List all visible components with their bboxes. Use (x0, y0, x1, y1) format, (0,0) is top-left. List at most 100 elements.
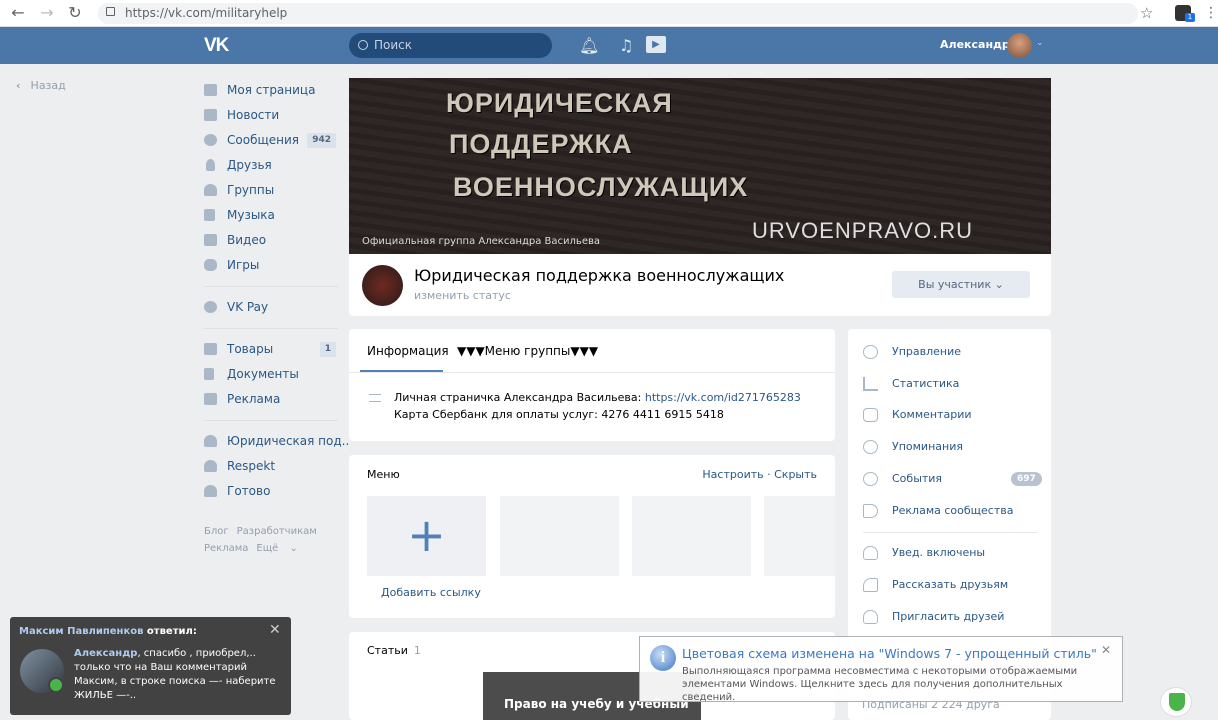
share-icon (863, 578, 878, 592)
sidebar-item-goods[interactable]: Товары 1 (204, 337, 338, 362)
sidebar-item-group-respekt[interactable]: Respekt (204, 454, 338, 479)
tab-active-indicator (360, 370, 443, 372)
sidebar-item-games[interactable]: Игры (204, 253, 338, 278)
windows-notification-body: Выполняющаяся программа несовместима с н… (682, 666, 1078, 703)
back-link[interactable]: ‹ Назад (16, 79, 66, 92)
goods-badge: 1 (319, 342, 336, 357)
security-shield-icon[interactable] (1160, 687, 1192, 717)
edit-status-link[interactable]: изменить статус (414, 289, 511, 302)
browser-menu-icon[interactable]: ⋮ (1204, 3, 1218, 23)
megaphone-icon (204, 393, 217, 405)
footer-blog-link[interactable]: Блог (204, 526, 229, 537)
reload-icon[interactable]: ↻ (65, 3, 85, 23)
user-icon (206, 159, 215, 171)
menu-placeholder-tile (632, 496, 751, 576)
footer-more-link[interactable]: Ещё ⌄ (256, 543, 297, 554)
cover-title-line2: ПОДДЕРЖКА (449, 129, 633, 159)
back-arrow-icon[interactable]: ← (8, 3, 28, 23)
admin-item-comments[interactable]: Комментарии (863, 405, 972, 425)
info-card: Информация ▼▼▼Меню группы▼▼▼ Личная стра… (349, 329, 835, 441)
bookmark-star-icon[interactable]: ☆ (1140, 3, 1158, 23)
menu-placeholder-tile (764, 496, 835, 576)
gamepad-icon (204, 259, 217, 271)
admin-item-notifications[interactable]: Увед. включены (863, 543, 985, 563)
description-icon (369, 394, 381, 402)
user-name[interactable]: Александр (940, 38, 1010, 51)
play-icon[interactable]: ▶ (646, 36, 666, 53)
admin-item-manage[interactable]: Управление (863, 342, 961, 362)
search-input[interactable]: Поиск (349, 33, 552, 58)
admin-item-share[interactable]: Рассказать друзьям (863, 575, 1008, 595)
sidebar-item-vkpay[interactable]: VK Pay (204, 295, 338, 320)
windows-notification[interactable]: i Цветовая схема изменена на "Windows 7 … (639, 636, 1123, 703)
sidebar-item-documents[interactable]: Документы (204, 362, 338, 387)
group-avatar[interactable] (362, 265, 403, 306)
menu-card: Меню Настроить · Скрыть + Добавить ссылк… (349, 455, 835, 618)
admin-menu-divider (863, 532, 1038, 533)
tab-info[interactable]: Информация (367, 344, 449, 358)
sidebar-item-group-ready[interactable]: Готово (204, 479, 338, 504)
sidebar-item-music[interactable]: Музыка (204, 203, 338, 228)
music-icon[interactable]: ♫ (619, 37, 633, 55)
messages-badge: 942 (307, 133, 336, 148)
group-name: Юридическая поддержка военнослужащих (414, 266, 785, 285)
add-link-label[interactable]: Добавить ссылку (381, 586, 481, 599)
stats-icon (863, 377, 878, 391)
info-icon: i (650, 645, 676, 671)
close-icon[interactable]: ✕ (1101, 643, 1111, 657)
personal-page-link[interactable]: https://vk.com/id271765283 (645, 391, 801, 404)
group-cover: ЮРИДИЧЕСКАЯ ПОДДЕРЖКА ВОЕННОСЛУЖАЩИХ URV… (349, 78, 1051, 254)
cover-site-text: URVOENPRAVO.RU (752, 218, 974, 243)
sidebar-divider (204, 328, 338, 329)
video-icon (204, 234, 217, 246)
vkpay-icon (204, 301, 217, 313)
admin-item-stats[interactable]: Статистика (863, 374, 959, 394)
menu-placeholder-tile (500, 496, 619, 576)
chat-icon (204, 134, 217, 146)
notification-body: Александр, спасибо , приобрел,.. только … (74, 648, 276, 701)
left-sidebar: Моя страница Новости Сообщения 942 Друзья… (204, 78, 349, 504)
avatar[interactable] (1007, 33, 1032, 58)
add-link-tile[interactable]: + (367, 496, 486, 576)
online-indicator (48, 677, 64, 693)
search-icon (358, 40, 368, 50)
address-bar[interactable]: https://vk.com/militaryhelp (98, 3, 1138, 24)
sidebar-item-ads[interactable]: Реклама (204, 387, 338, 412)
footer-ads-link[interactable]: Реклама (204, 543, 248, 554)
forward-arrow-icon[interactable]: → (37, 3, 57, 23)
add-user-icon (863, 610, 878, 624)
windows-notification-title: Цветовая схема изменена на "Windows 7 - … (682, 646, 1097, 661)
chevron-down-icon[interactable]: ⌄ (1036, 38, 1044, 48)
bag-icon (204, 343, 217, 355)
menu-actions[interactable]: Настроить · Скрыть (702, 468, 817, 481)
close-icon[interactable]: ✕ (269, 623, 283, 637)
info-tabs: Информация ▼▼▼Меню группы▼▼▼ (349, 329, 835, 373)
music-note-icon (204, 209, 215, 221)
sidebar-item-messages[interactable]: Сообщения 942 (204, 128, 338, 153)
member-button[interactable]: Вы участник ⌄ (892, 271, 1030, 298)
cover-caption: Официальная группа Александра Васильева (362, 236, 601, 247)
footer-dev-link[interactable]: Разработчикам (237, 526, 317, 537)
sidebar-item-news[interactable]: Новости (204, 103, 338, 128)
plus-icon: + (407, 508, 446, 562)
sidebar-item-friends[interactable]: Друзья (204, 153, 338, 178)
sidebar-item-video[interactable]: Видео (204, 228, 338, 253)
bell-icon[interactable]: 🔔︎ (579, 37, 599, 55)
admin-item-invite[interactable]: Пригласить друзей (863, 607, 1004, 627)
sidebar-item-my-page[interactable]: Моя страница (204, 78, 338, 103)
chevron-left-icon: ‹ (16, 79, 21, 92)
tab-group-menu[interactable]: ▼▼▼Меню группы▼▼▼ (457, 344, 598, 358)
vk-logo[interactable]: VK (204, 35, 229, 57)
admin-item-events[interactable]: События 697 (863, 469, 1042, 489)
browser-toolbar: ← → ↻ https://vk.com/militaryhelp ☆ 1 ⋮ (0, 0, 1218, 27)
info-card-number: Карта Сбербанк для оплаты услуг: 4276 44… (394, 408, 724, 421)
group-header: Юридическая поддержка военнослужащих изм… (349, 254, 1051, 316)
sidebar-footer: Блог Разработчикам Реклама Ещё ⌄ (204, 523, 334, 557)
sidebar-item-group-legal[interactable]: Юридическая под.. (204, 429, 349, 454)
admin-item-promote[interactable]: Реклама сообщества (863, 501, 1013, 521)
admin-item-mentions[interactable]: Упоминания (863, 437, 963, 457)
vk-reply-notification[interactable]: Максим Павлипенков ответил: ✕ Александр,… (10, 617, 291, 715)
events-badge: 697 (1011, 472, 1042, 486)
menu-title: Меню (367, 468, 400, 481)
sidebar-item-groups[interactable]: Группы (204, 178, 338, 203)
